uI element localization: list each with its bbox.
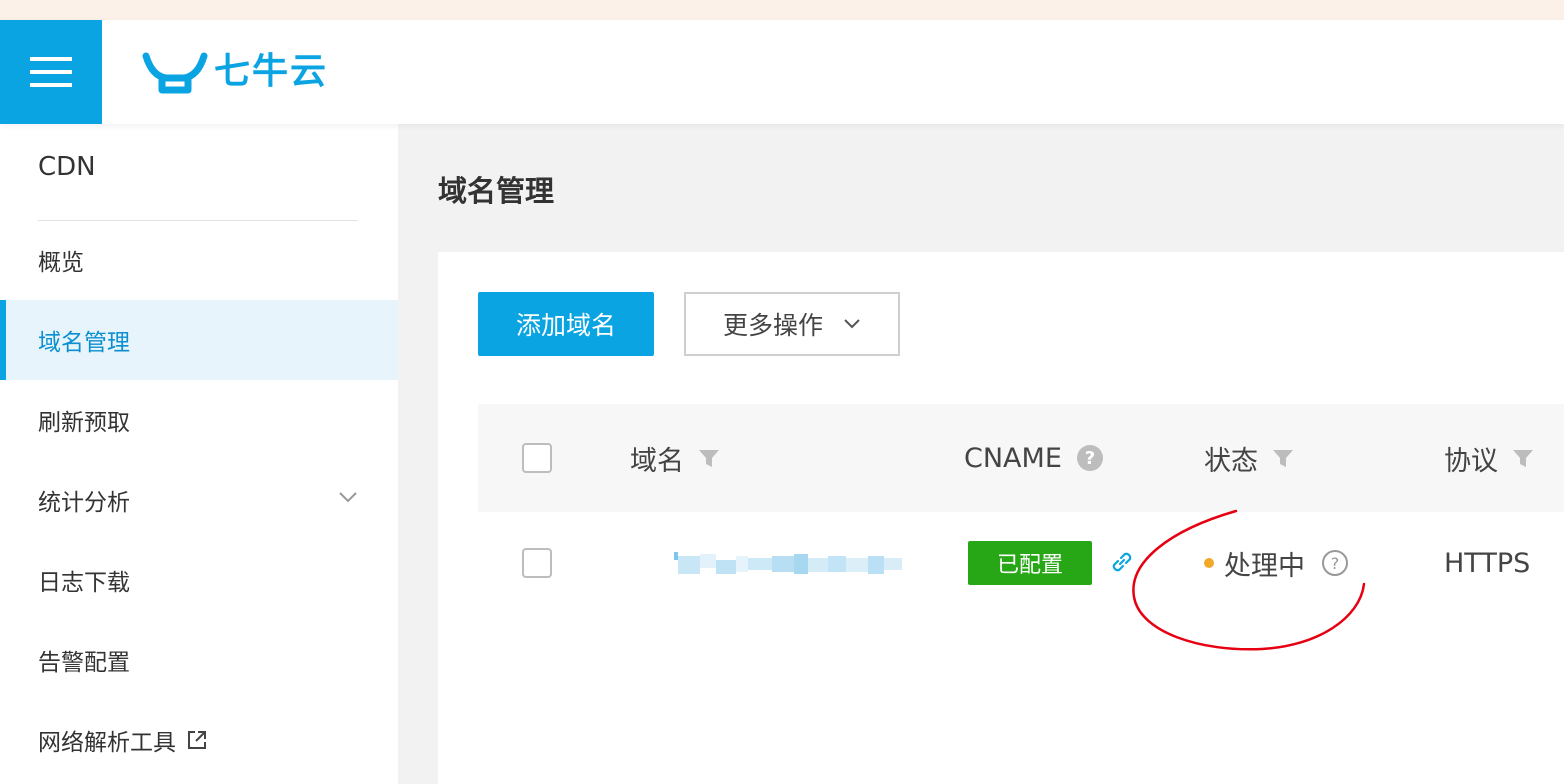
sidebar-item-alert-config[interactable]: 告警配置: [0, 620, 398, 700]
row-checkbox[interactable]: [522, 548, 552, 578]
sidebar-item-network-tool[interactable]: 网络解析工具: [0, 700, 398, 780]
sidebar-item-label: 统计分析: [38, 490, 130, 516]
sidebar-item-overview[interactable]: 概览: [0, 220, 398, 300]
domain-name-link-redacted[interactable]: [674, 550, 902, 576]
qiniu-logo[interactable]: 七牛云: [142, 48, 328, 96]
status-cell: 处理中 ?: [1204, 542, 1349, 584]
sidebar-item-label: 概览: [38, 250, 84, 276]
filter-icon[interactable]: [698, 447, 720, 469]
column-header-cname: CNAME ?: [964, 404, 1104, 512]
sidebar-item-label: 域名管理: [38, 330, 130, 356]
hamburger-menu-button[interactable]: [0, 20, 102, 124]
cname-configured-badge: 已配置: [968, 541, 1092, 585]
bull-logo-icon: [142, 52, 208, 94]
notice-strip: [0, 0, 1564, 20]
sidebar-item-label: 告警配置: [38, 650, 130, 676]
sidebar-item-label: 网络解析工具: [38, 730, 176, 756]
column-header-status: 状态: [1204, 404, 1294, 512]
svg-text:?: ?: [1331, 554, 1340, 573]
column-label: CNAME: [964, 442, 1062, 474]
link-icon[interactable]: [1108, 548, 1136, 576]
sidebar: CDN 概览 域名管理 刷新预取 统计分析 日志下载 告警配置 网络解析工具: [0, 124, 398, 784]
domain-panel: 添加域名 更多操作 域名 CNAME ? 状态 协议 已配置 处理中 ? HTT…: [438, 252, 1564, 784]
table-row: 已配置 处理中 ? HTTPS: [478, 512, 1564, 616]
more-actions-label: 更多操作: [722, 311, 823, 340]
select-all-checkbox[interactable]: [522, 443, 552, 473]
question-icon[interactable]: ?: [1076, 444, 1104, 472]
question-circle-icon[interactable]: ?: [1321, 549, 1349, 577]
filter-icon[interactable]: [1272, 447, 1294, 469]
sidebar-item-label: 日志下载: [38, 570, 130, 596]
menu-icon: [30, 57, 72, 87]
sidebar-item-refresh-prefetch[interactable]: 刷新预取: [0, 380, 398, 460]
sidebar-title: CDN: [38, 152, 96, 182]
top-header: 七牛云: [0, 20, 1564, 124]
status-text: 处理中: [1224, 550, 1305, 582]
column-label: 状态: [1204, 445, 1258, 477]
sidebar-item-label: 刷新预取: [38, 410, 130, 436]
svg-text:?: ?: [1085, 448, 1095, 469]
table-header: 域名 CNAME ? 状态 协议: [478, 404, 1564, 512]
page-title: 域名管理: [438, 174, 555, 208]
column-label: 协议: [1444, 445, 1498, 477]
chevron-down-icon: [339, 492, 357, 503]
sidebar-item-domain-management[interactable]: 域名管理: [0, 300, 398, 380]
chevron-down-icon: [844, 319, 860, 329]
sidebar-item-log-download[interactable]: 日志下载: [0, 540, 398, 620]
more-actions-dropdown[interactable]: 更多操作: [684, 292, 900, 356]
column-header-protocol: 协议: [1444, 404, 1534, 512]
column-label: 域名: [630, 445, 684, 477]
status-dot: [1204, 558, 1214, 568]
column-header-domain: 域名: [630, 404, 720, 512]
external-link-icon: [186, 729, 208, 751]
protocol-cell: HTTPS: [1444, 547, 1531, 579]
filter-icon[interactable]: [1512, 447, 1534, 469]
add-domain-button[interactable]: 添加域名: [478, 292, 654, 356]
sidebar-item-statistics[interactable]: 统计分析: [0, 460, 398, 540]
logo-text: 七牛云: [214, 51, 329, 92]
